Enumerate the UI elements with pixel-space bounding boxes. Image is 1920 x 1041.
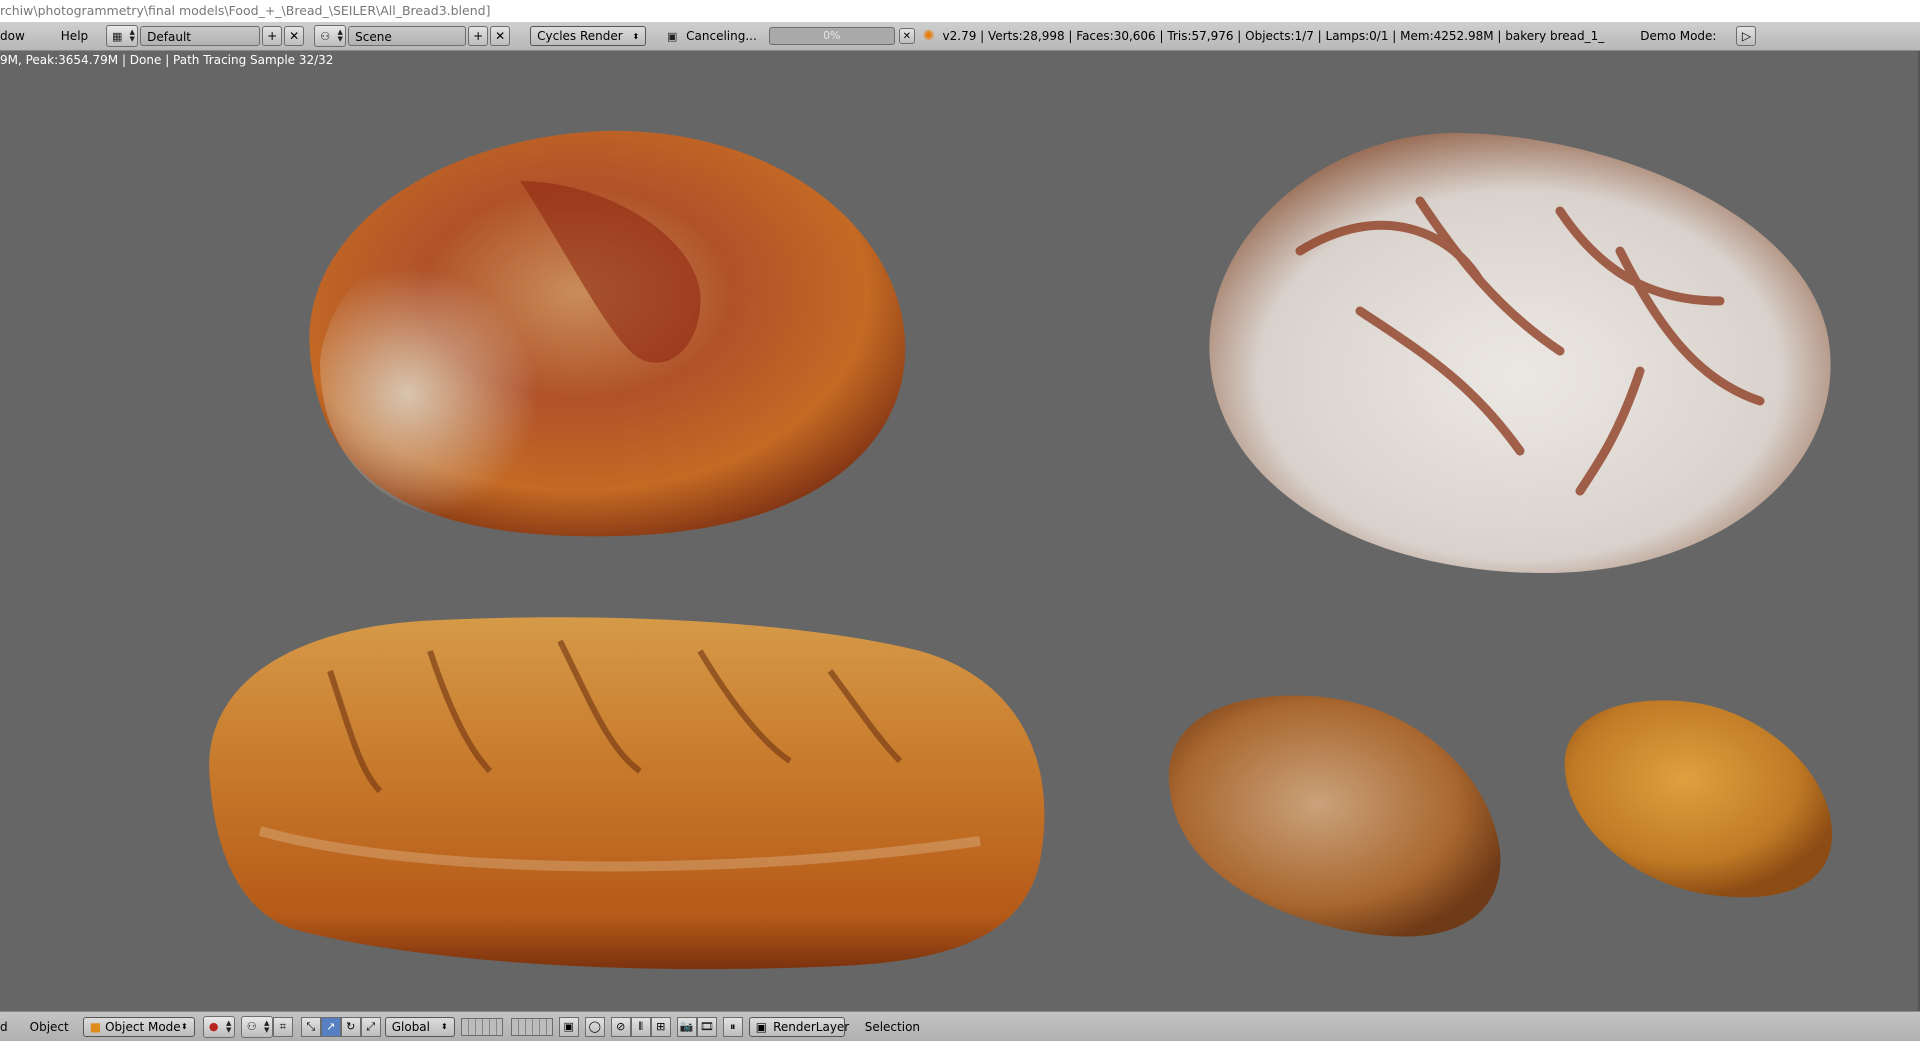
updown-arrows-icon: ▲ ▼ [337, 28, 343, 43]
demo-mode-label: Demo Mode: [1640, 29, 1717, 43]
scene-stats: v2.79 | Verts:28,998 | Faces:30,606 | Tr… [942, 29, 1605, 43]
remove-scene-button[interactable]: ✕ [490, 26, 511, 46]
snap-element-icon[interactable]: ⫴ [630, 1016, 651, 1037]
updown-arrows-icon: ▲ ▼ [129, 28, 135, 43]
bread-small-roll-left [1168, 695, 1501, 937]
rotate-manipulator-icon[interactable]: ↻ [340, 1016, 361, 1037]
rendered-breads [209, 130, 1833, 970]
job-status-text: Canceling... [686, 29, 757, 43]
render-layer-label: RenderLayer [773, 1019, 850, 1034]
window-menu[interactable]: dow [0, 29, 33, 43]
scene-selector[interactable]: ⚇ ▲ ▼ [314, 25, 347, 47]
blender-logo-icon: ✺ [922, 28, 935, 44]
cancel-render-button[interactable]: ✕ [898, 28, 915, 44]
snap-target-icon[interactable]: ⊞ [650, 1016, 671, 1037]
layers-grid-left[interactable] [460, 1017, 503, 1036]
bread-small-roll-right [1564, 700, 1833, 898]
updown-arrows-icon: ⬍ [632, 31, 640, 41]
render-job-icon: ▣ [666, 29, 678, 43]
add-scene-button[interactable]: + [468, 26, 489, 46]
object-mode-icon: ■ [89, 1019, 102, 1034]
render-layer-icon: ▣ [755, 1019, 768, 1034]
selection-label: Selection [864, 1019, 921, 1034]
layer-lock-icon[interactable]: ▣ [558, 1016, 579, 1037]
orientation-label: Global [391, 1019, 430, 1034]
object-menu[interactable]: Object [22, 1020, 77, 1034]
only-origins-icon[interactable]: ⌗ [272, 1016, 293, 1037]
shading-dropdown[interactable]: ● ▲ ▼ [202, 1015, 235, 1038]
demo-play-button[interactable]: ▷ [1736, 26, 1757, 46]
snap-toggle-icon[interactable]: ⊘ [610, 1016, 631, 1037]
3d-viewport[interactable]: 9M, Peak:3654.79M | Done | Path Tracing … [0, 51, 1918, 1011]
orientation-dropdown[interactable]: Global ⬍ [384, 1016, 455, 1037]
layers-grid-right[interactable] [510, 1017, 553, 1036]
help-menu[interactable]: Help [53, 29, 96, 43]
render-progress-bar: 0% [768, 27, 895, 45]
window-title: rchiw\photogrammetry\final models\Food_+… [0, 0, 1920, 22]
translate-manipulator-icon[interactable]: ↗ [320, 1016, 341, 1037]
info-header: dow Help ▦ ▲ ▼ Default + ✕ ⚇ ▲ ▼ Scene + ✕… [0, 22, 1920, 51]
mode-label: Object Mode [105, 1019, 181, 1034]
shading-icon: ● [208, 1020, 219, 1033]
remove-layout-button[interactable]: ✕ [284, 26, 305, 46]
mode-dropdown[interactable]: ■ Object Mode ⬍ [82, 1016, 195, 1037]
pivot-dropdown[interactable]: ⚇ ▲ ▼ [240, 1015, 273, 1038]
screen-layout-selector[interactable]: ▦ ▲ ▼ [106, 25, 139, 47]
updown-arrows-icon: ⬍ [181, 1022, 188, 1031]
updown-arrows-icon: ▲ ▼ [264, 1018, 270, 1034]
manipulator-toggle-icon[interactable]: ⤡ [300, 1016, 321, 1037]
add-layout-button[interactable]: + [262, 26, 283, 46]
pivot-icon: ⚇ [246, 1020, 257, 1033]
bread-round-crust [309, 130, 906, 537]
progress-text: 0% [823, 29, 841, 42]
layout-icon: ▦ [111, 29, 123, 43]
updown-arrows-icon: ⬍ [441, 1022, 448, 1031]
render-animation-icon[interactable]: 🎞 [696, 1016, 717, 1037]
scene-field[interactable]: Scene [348, 26, 467, 46]
scene-icon: ⚇ [320, 29, 331, 43]
render-layer-dropdown[interactable]: ▣ RenderLayer [748, 1016, 849, 1037]
render-status-text: 9M, Peak:3654.79M | Done | Path Tracing … [0, 53, 334, 67]
render-engine-dropdown[interactable]: Cycles Render ⬍ [530, 26, 647, 46]
updown-arrows-icon: ▲ ▼ [226, 1018, 232, 1034]
render-still-icon[interactable]: 📷 [676, 1016, 697, 1037]
pause-icon[interactable]: ⏸ [722, 1016, 743, 1037]
proportional-edit-icon[interactable]: ◯ [584, 1016, 605, 1037]
render-engine-label: Cycles Render [537, 29, 623, 43]
view-menu[interactable]: d [0, 1020, 16, 1034]
bread-long-loaf [209, 617, 1045, 970]
3d-view-header: d Object ■ Object Mode ⬍ ● ▲ ▼ ⚇ ▲ ▼ ⌗ ⤡ ↗… [0, 1011, 1920, 1041]
bread-floured-round [1209, 132, 1831, 574]
screen-layout-field[interactable]: Default [140, 26, 261, 46]
scale-manipulator-icon[interactable]: ⤢ [360, 1016, 381, 1037]
